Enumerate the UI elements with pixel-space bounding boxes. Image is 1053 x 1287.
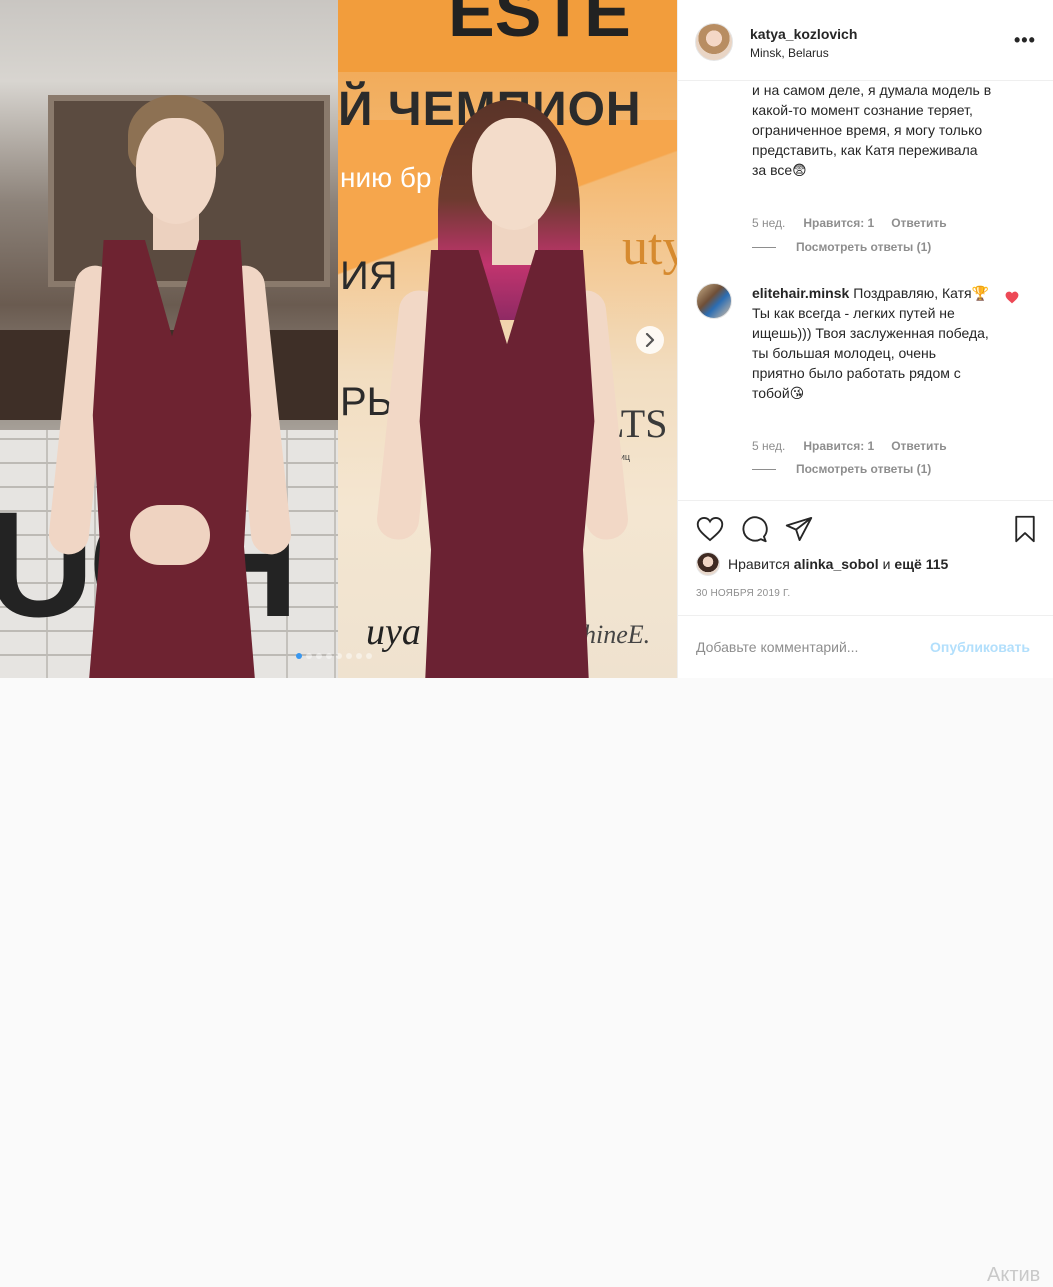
comment-text: Поздравляю, Катя🏆 Ты как всегда - легких… xyxy=(752,285,990,401)
view-replies-button[interactable]: Посмотреть ответы (1) xyxy=(752,462,931,476)
reply-button[interactable]: Ответить xyxy=(891,216,946,230)
liker-username[interactable]: alinka_sobol xyxy=(794,556,879,572)
carousel-dot xyxy=(346,653,352,659)
commenter-avatar[interactable] xyxy=(696,283,732,319)
view-replies-label: Посмотреть ответы (1) xyxy=(796,462,932,476)
add-comment-form: Опубликовать Актив xyxy=(678,615,1053,1286)
liker-avatar[interactable] xyxy=(696,552,720,576)
view-replies-button[interactable]: Посмотреть ответы (1) xyxy=(752,240,931,254)
post-date[interactable]: 30 НОЯБРЯ 2019 Г. xyxy=(696,588,790,599)
banner-line-4: РЬ xyxy=(340,380,393,424)
carousel-dot xyxy=(296,653,302,659)
carousel-next-button[interactable] xyxy=(636,326,664,354)
comments-list[interactable]: и на самом деле, я думала модель в какой… xyxy=(678,80,1053,500)
chevron-right-icon xyxy=(645,333,655,347)
likes-others-button[interactable]: ещё 115 xyxy=(894,556,948,572)
likes-summary: Нравится alinka_sobol и ещё 115 xyxy=(696,552,948,576)
banner-brand-1: uty xyxy=(622,219,677,276)
banner-line-3: ИЯ xyxy=(340,254,398,298)
post-location[interactable]: Minsk, Belarus xyxy=(750,46,829,60)
likes-connector: и xyxy=(882,556,891,572)
banner-top-text: ESTE xyxy=(448,0,631,51)
comment-heart-liked-icon[interactable] xyxy=(1005,291,1019,304)
likes-prefix: Нравится xyxy=(728,556,790,572)
comment-text: и на самом деле, я думала модель в какой… xyxy=(752,82,992,178)
comment-likes[interactable]: Нравится: 1 xyxy=(803,216,874,230)
carousel-dot xyxy=(356,653,362,659)
more-options-button[interactable]: ••• xyxy=(1014,30,1036,51)
carousel-dot xyxy=(336,653,342,659)
carousel-dot xyxy=(316,653,322,659)
carousel-dot xyxy=(366,653,372,659)
activation-watermark: Актив xyxy=(987,1264,1041,1286)
author-avatar[interactable] xyxy=(695,23,733,61)
comment-meta: 5 нед. Нравится: 1 Ответить xyxy=(752,216,947,230)
post-photo[interactable]: UCH ESTE Й ЧЕМПИОН нию бр ерманен ИЯ РЬ … xyxy=(0,0,677,678)
comment-age[interactable]: 5 нед. xyxy=(752,439,785,453)
post-actions xyxy=(678,500,1053,548)
publish-button[interactable]: Опубликовать xyxy=(930,639,1030,655)
comment-age[interactable]: 5 нед. xyxy=(752,216,785,230)
view-replies-label: Посмотреть ответы (1) xyxy=(796,240,932,254)
post-sidebar: katya_kozlovich Minsk, Belarus ••• и на … xyxy=(677,0,1053,1286)
commenter-username[interactable]: elitehair.minsk xyxy=(752,285,849,301)
comment-body: elitehair.minsk Поздравляю, Катя🏆 Ты как … xyxy=(752,283,992,403)
comment-input[interactable] xyxy=(696,636,926,658)
bookmark-icon[interactable] xyxy=(1014,515,1036,543)
heart-icon[interactable] xyxy=(696,516,724,542)
comment-icon[interactable] xyxy=(740,515,768,543)
reply-button[interactable]: Ответить xyxy=(891,439,946,453)
banner-brand-4: uya xyxy=(366,611,421,653)
author-username[interactable]: katya_kozlovich xyxy=(750,26,857,42)
comment-likes[interactable]: Нравится: 1 xyxy=(803,439,874,453)
comment-meta: 5 нед. Нравится: 1 Ответить xyxy=(752,439,947,453)
post-header: katya_kozlovich Minsk, Belarus ••• xyxy=(678,0,1053,81)
share-icon[interactable] xyxy=(785,516,813,542)
carousel-dot xyxy=(306,653,312,659)
carousel-dot xyxy=(326,653,332,659)
carousel-indicator xyxy=(296,653,372,659)
